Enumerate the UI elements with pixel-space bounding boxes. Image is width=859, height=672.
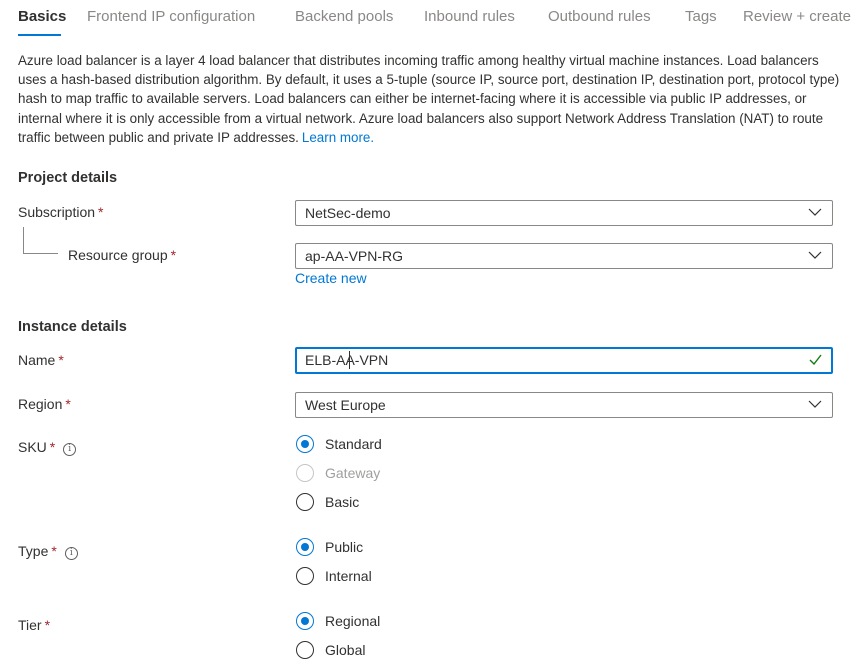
type-label: Type * i [18,543,78,560]
tab-frontend-ip-configuration[interactable]: Frontend IP configuration [87,8,255,25]
checkmark-icon [809,354,822,365]
tab-outbound-rules[interactable]: Outbound rules [548,8,651,25]
tab-inbound-rules[interactable]: Inbound rules [424,8,515,25]
tier-label: Tier * [18,617,50,633]
required-marker: * [58,352,64,368]
subscription-label: Subscription * [18,204,104,220]
name-input[interactable]: ELB-AA-VPN [295,347,833,374]
active-tab-indicator [18,34,61,36]
chevron-down-icon [808,208,822,216]
region-value: West Europe [305,397,386,413]
wizard-tabs: Basics Frontend IP configuration Backend… [0,0,859,40]
info-icon[interactable]: i [63,443,77,456]
resource-group-label-text: Resource group [68,247,168,263]
description: Azure load balancer is a layer 4 load ba… [18,51,848,147]
required-marker: * [170,247,177,263]
radio-circle [296,538,314,556]
subscription-dropdown[interactable]: NetSec-demo [295,200,833,226]
required-marker: * [49,439,56,455]
sku-label: SKU * i [18,439,77,456]
name-label: Name * [18,352,64,368]
required-marker: * [65,396,71,412]
subscription-label-text: Subscription [18,204,96,220]
create-new-link[interactable]: Create new [295,270,367,286]
resource-group-dropdown[interactable]: ap-AA-VPN-RG [295,243,833,269]
tree-connector [23,227,58,254]
radio-circle [296,567,314,585]
chevron-down-icon [808,400,822,408]
description-text: Azure load balancer is a layer 4 load ba… [18,53,840,145]
tab-basics[interactable]: Basics [18,8,66,25]
required-marker: * [51,543,57,559]
radio-label: Standard [325,436,382,452]
sku-label-text: SKU [18,439,47,455]
project-details-heading: Project details [18,170,118,186]
radio-circle [296,641,314,659]
type-label-text: Type [18,543,49,559]
radio-label: Internal [325,568,372,584]
tab-review-create[interactable]: Review + create [743,8,851,25]
resource-group-value: ap-AA-VPN-RG [305,248,404,264]
resource-group-label: Resource group * [68,247,176,263]
chevron-down-icon [808,251,822,259]
tab-tags[interactable]: Tags [685,8,717,25]
region-label-text: Region [18,396,63,412]
radio-label: Basic [325,494,360,510]
radio-label: Global [325,642,366,658]
region-dropdown[interactable]: West Europe [295,392,833,418]
required-marker: * [98,204,104,220]
radio-circle [296,464,314,482]
name-label-text: Name [18,352,56,368]
info-icon[interactable]: i [64,547,78,560]
radio-label: Gateway [325,465,381,481]
region-label: Region * [18,396,71,412]
subscription-value: NetSec-demo [305,205,391,221]
text-cursor [349,351,350,369]
tab-backend-pools[interactable]: Backend pools [295,8,393,25]
radio-label: Public [325,539,364,555]
learn-more-link[interactable]: Learn more. [302,130,374,145]
radio-circle [296,493,314,511]
required-marker: * [44,617,51,633]
name-value: ELB-AA-VPN [305,352,389,368]
tier-label-text: Tier [18,617,42,633]
radio-label: Regional [325,613,381,629]
radio-circle [296,435,314,453]
radio-circle [296,612,314,630]
instance-details-heading: Instance details [18,319,127,335]
